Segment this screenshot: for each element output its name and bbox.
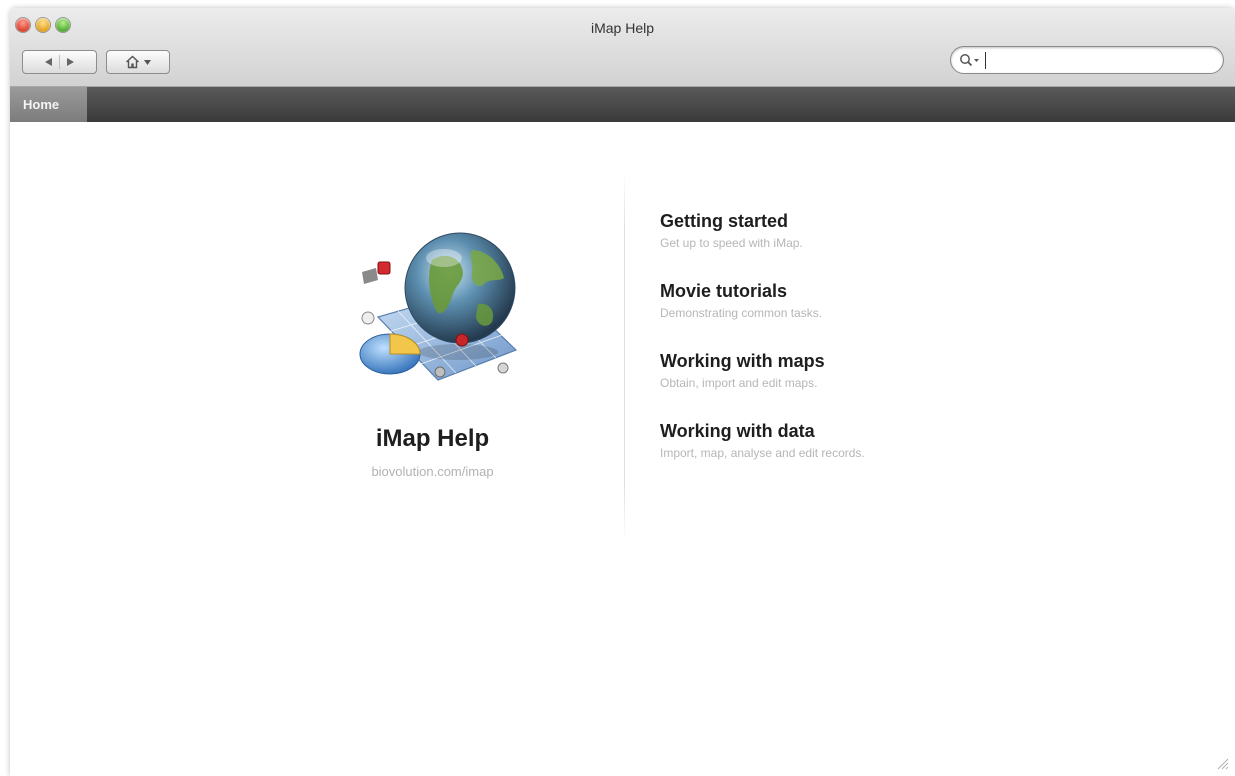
topic-movie-tutorials[interactable]: Movie tutorials Demonstrating common tas… [660, 280, 865, 321]
help-window: iMap Help Home iMap Help biovolution.com… [10, 8, 1235, 776]
app-title: iMap Help [375, 425, 490, 452]
chevron-down-icon [144, 59, 151, 65]
house-icon [126, 55, 139, 69]
topic-list: Getting started Get up to speed with iMa… [660, 210, 865, 490]
topic-description: Get up to speed with iMap. [660, 236, 803, 250]
triangle-right-icon [67, 58, 74, 66]
topic-description: Demonstrating common tasks. [660, 306, 823, 320]
search-field[interactable] [950, 46, 1224, 74]
tab-home[interactable]: Home [10, 87, 87, 122]
triangle-left-icon [45, 58, 52, 66]
topic-description: Obtain, import and edit maps. [660, 376, 818, 390]
topic-title[interactable]: Working with maps [660, 350, 865, 372]
topic-working-with-data[interactable]: Working with data Import, map, analyse a… [660, 420, 865, 461]
back-forward-control [22, 50, 97, 74]
back-button[interactable] [44, 57, 53, 67]
search-icon [960, 54, 979, 67]
app-url-link[interactable]: biovolution.com/imap [340, 464, 525, 479]
topic-working-with-maps[interactable]: Working with maps Obtain, import and edi… [660, 350, 865, 391]
window-title: iMap Help [590, 20, 655, 36]
nav-separator [59, 55, 60, 69]
home-menu-button[interactable] [106, 50, 170, 74]
topic-description: Import, map, analyse and edit records. [660, 446, 865, 460]
tab-bar: Home [10, 87, 1235, 122]
title-bar: iMap Help [10, 8, 1235, 87]
forward-button[interactable] [66, 57, 75, 67]
imap-logo-icon [359, 232, 518, 381]
search-input[interactable] [985, 51, 1190, 69]
help-home-content: iMap Help biovolution.com/imap Getting s… [10, 122, 1235, 776]
topic-title[interactable]: Movie tutorials [660, 280, 865, 302]
topic-title[interactable]: Working with data [660, 420, 865, 442]
vertical-divider [624, 172, 625, 542]
topic-getting-started[interactable]: Getting started Get up to speed with iMa… [660, 210, 865, 251]
topic-title[interactable]: Getting started [660, 210, 865, 232]
resize-grip-icon[interactable] [1215, 756, 1229, 770]
